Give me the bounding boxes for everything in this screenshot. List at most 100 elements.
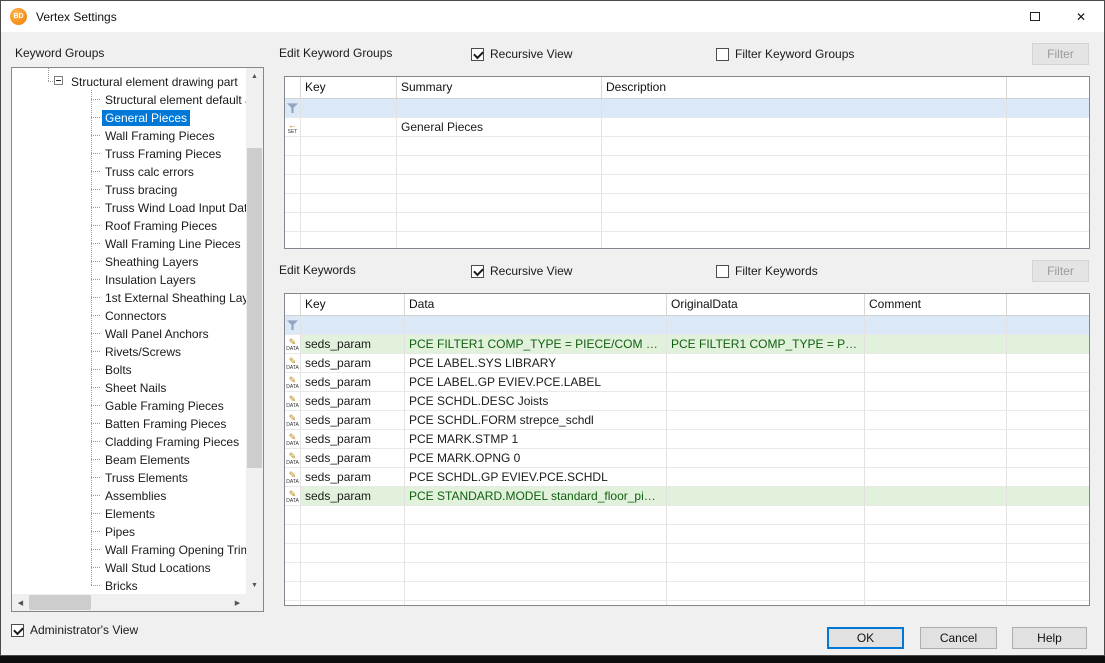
cell-key[interactable]: seds_param xyxy=(301,411,405,429)
tree-item[interactable]: Roof Framing Pieces xyxy=(12,216,246,234)
groups-filter-row[interactable] xyxy=(285,99,1089,118)
administrators-view-checkbox[interactable]: Administrator's View xyxy=(11,623,138,637)
cell-comment[interactable] xyxy=(865,468,1007,486)
tree-item[interactable]: Cladding Framing Pieces xyxy=(12,432,246,450)
group-row[interactable]: SET General Pieces xyxy=(285,118,1089,137)
tree-item[interactable]: Bricks xyxy=(12,576,246,594)
cell-data[interactable]: PCE LABEL.GP EVIEV.PCE.LABEL xyxy=(405,373,667,391)
cell-data[interactable]: PCE STANDARD.MODEL standard_floor_pieces… xyxy=(405,487,667,505)
column-header-key[interactable]: Key xyxy=(301,77,397,98)
tree-item[interactable]: Bolts xyxy=(12,360,246,378)
cell-data[interactable]: PCE LABEL.SYS LIBRARY xyxy=(405,354,667,372)
cell-comment[interactable] xyxy=(865,373,1007,391)
tree-item[interactable]: Connectors xyxy=(12,306,246,324)
keywords-recursive-view-checkbox[interactable]: Recursive View xyxy=(471,264,572,278)
cell-comment[interactable] xyxy=(865,335,1007,353)
checkbox-icon[interactable] xyxy=(716,265,729,278)
cell-key[interactable]: seds_param xyxy=(301,468,405,486)
tree-item[interactable]: Elements xyxy=(12,504,246,522)
cell-key[interactable]: seds_param xyxy=(301,449,405,467)
keyword-row[interactable]: DATA seds_param PCE LABEL.SYS LIBRARY xyxy=(285,354,1089,373)
tree-item[interactable]: Gable Framing Pieces xyxy=(12,396,246,414)
tree-item[interactable]: Sheathing Layers xyxy=(12,252,246,270)
scroll-left-icon[interactable] xyxy=(12,594,29,611)
tree-item[interactable]: Wall Framing Pieces xyxy=(12,126,246,144)
tree-item[interactable]: Beam Elements xyxy=(12,450,246,468)
scroll-down-icon[interactable] xyxy=(246,577,263,594)
tree-item[interactable]: Truss Elements xyxy=(12,468,246,486)
tree-item[interactable]: Wall Framing Opening Trims xyxy=(12,540,246,558)
horizontal-scroll-thumb[interactable] xyxy=(29,595,91,610)
keyword-row[interactable]: DATA seds_param PCE STANDARD.MODEL stand… xyxy=(285,487,1089,506)
cell-originaldata[interactable] xyxy=(667,392,865,410)
checkbox-icon[interactable] xyxy=(471,48,484,61)
cell-data[interactable]: PCE MARK.STMP 1 xyxy=(405,430,667,448)
cell-originaldata[interactable] xyxy=(667,354,865,372)
tree-item[interactable]: Structural element default av xyxy=(12,90,246,108)
filter-cell-comment[interactable] xyxy=(865,316,1007,334)
ok-button[interactable]: OK xyxy=(827,627,904,649)
vertical-scroll-thumb[interactable] xyxy=(247,148,262,468)
cell-comment[interactable] xyxy=(865,430,1007,448)
tree-item[interactable]: Wall Panel Anchors xyxy=(12,324,246,342)
keyword-row[interactable]: DATA seds_param PCE MARK.OPNG 0 xyxy=(285,449,1089,468)
tree-item[interactable]: Assemblies xyxy=(12,486,246,504)
filter-cell-originaldata[interactable] xyxy=(667,316,865,334)
filter-cell-summary[interactable] xyxy=(397,99,602,117)
cell-originaldata[interactable] xyxy=(667,449,865,467)
cell-comment[interactable] xyxy=(865,354,1007,372)
scroll-up-icon[interactable] xyxy=(246,68,263,85)
cancel-button[interactable]: Cancel xyxy=(920,627,997,649)
cell-originaldata[interactable] xyxy=(667,487,865,505)
column-header-data[interactable]: Data xyxy=(405,294,667,315)
filter-cell-key[interactable] xyxy=(301,316,405,334)
tree-item[interactable]: 1st External Sheathing Layer xyxy=(12,288,246,306)
column-header-summary[interactable]: Summary xyxy=(397,77,602,98)
cell-key[interactable]: seds_param xyxy=(301,392,405,410)
cell-originaldata[interactable]: PCE FILTER1 COMP_TYPE = PIECE/... xyxy=(667,335,865,353)
checkbox-icon[interactable] xyxy=(11,624,24,637)
tree-item[interactable]: Batten Framing Pieces xyxy=(12,414,246,432)
tree-item[interactable]: Wall Stud Locations xyxy=(12,558,246,576)
tree-item[interactable]: Pipes xyxy=(12,522,246,540)
filter-cell-description[interactable] xyxy=(602,99,1007,117)
column-header-key[interactable]: Key xyxy=(301,294,405,315)
keyword-row[interactable]: DATA seds_param PCE SCHDL.DESC Joists xyxy=(285,392,1089,411)
cell-key[interactable]: seds_param xyxy=(301,487,405,505)
filter-cell-data[interactable] xyxy=(405,316,667,334)
column-header-originaldata[interactable]: OriginalData xyxy=(667,294,865,315)
keyword-row[interactable]: DATA seds_param PCE LABEL.GP EVIEV.PCE.L… xyxy=(285,373,1089,392)
cell-data[interactable]: PCE SCHDL.DESC Joists xyxy=(405,392,667,410)
tree-item[interactable]: Truss Wind Load Input Data xyxy=(12,198,246,216)
cell-originaldata[interactable] xyxy=(667,430,865,448)
cell-comment[interactable] xyxy=(865,449,1007,467)
tree-item[interactable]: Truss Framing Pieces xyxy=(12,144,246,162)
column-header-comment[interactable]: Comment xyxy=(865,294,1007,315)
cell-data[interactable]: PCE FILTER1 COMP_TYPE = PIECE/COM or COM… xyxy=(405,335,667,353)
close-button[interactable] xyxy=(1058,1,1104,32)
cell-comment[interactable] xyxy=(865,487,1007,505)
tree-item-root[interactable]: Structural element drawing part xyxy=(12,72,246,90)
filter-keyword-groups-checkbox[interactable]: Filter Keyword Groups xyxy=(716,47,854,61)
cell-key[interactable]: seds_param xyxy=(301,354,405,372)
column-header-description[interactable]: Description xyxy=(602,77,1007,98)
scroll-right-icon[interactable] xyxy=(229,594,246,611)
cell-key[interactable]: seds_param xyxy=(301,373,405,391)
cell-originaldata[interactable] xyxy=(667,411,865,429)
tree-item[interactable]: Truss calc errors xyxy=(12,162,246,180)
keyword-row[interactable]: DATA seds_param PCE SCHDL.GP EVIEV.PCE.S… xyxy=(285,468,1089,487)
cell-data[interactable]: PCE SCHDL.GP EVIEV.PCE.SCHDL xyxy=(405,468,667,486)
cell-comment[interactable] xyxy=(865,392,1007,410)
collapse-icon[interactable] xyxy=(54,76,63,85)
filter-cell-key[interactable] xyxy=(301,99,397,117)
cell-key[interactable]: seds_param xyxy=(301,430,405,448)
keyword-row[interactable]: DATA seds_param PCE FILTER1 COMP_TYPE = … xyxy=(285,335,1089,354)
groups-recursive-view-checkbox[interactable]: Recursive View xyxy=(471,47,572,61)
keywords-filter-row[interactable] xyxy=(285,316,1089,335)
tree-horizontal-scrollbar[interactable] xyxy=(12,594,246,611)
cell-summary[interactable]: General Pieces xyxy=(397,118,602,136)
tree-item[interactable]: Insulation Layers xyxy=(12,270,246,288)
tree-vertical-scrollbar[interactable] xyxy=(246,68,263,594)
tree-item[interactable]: Wall Framing Line Pieces xyxy=(12,234,246,252)
cell-originaldata[interactable] xyxy=(667,373,865,391)
